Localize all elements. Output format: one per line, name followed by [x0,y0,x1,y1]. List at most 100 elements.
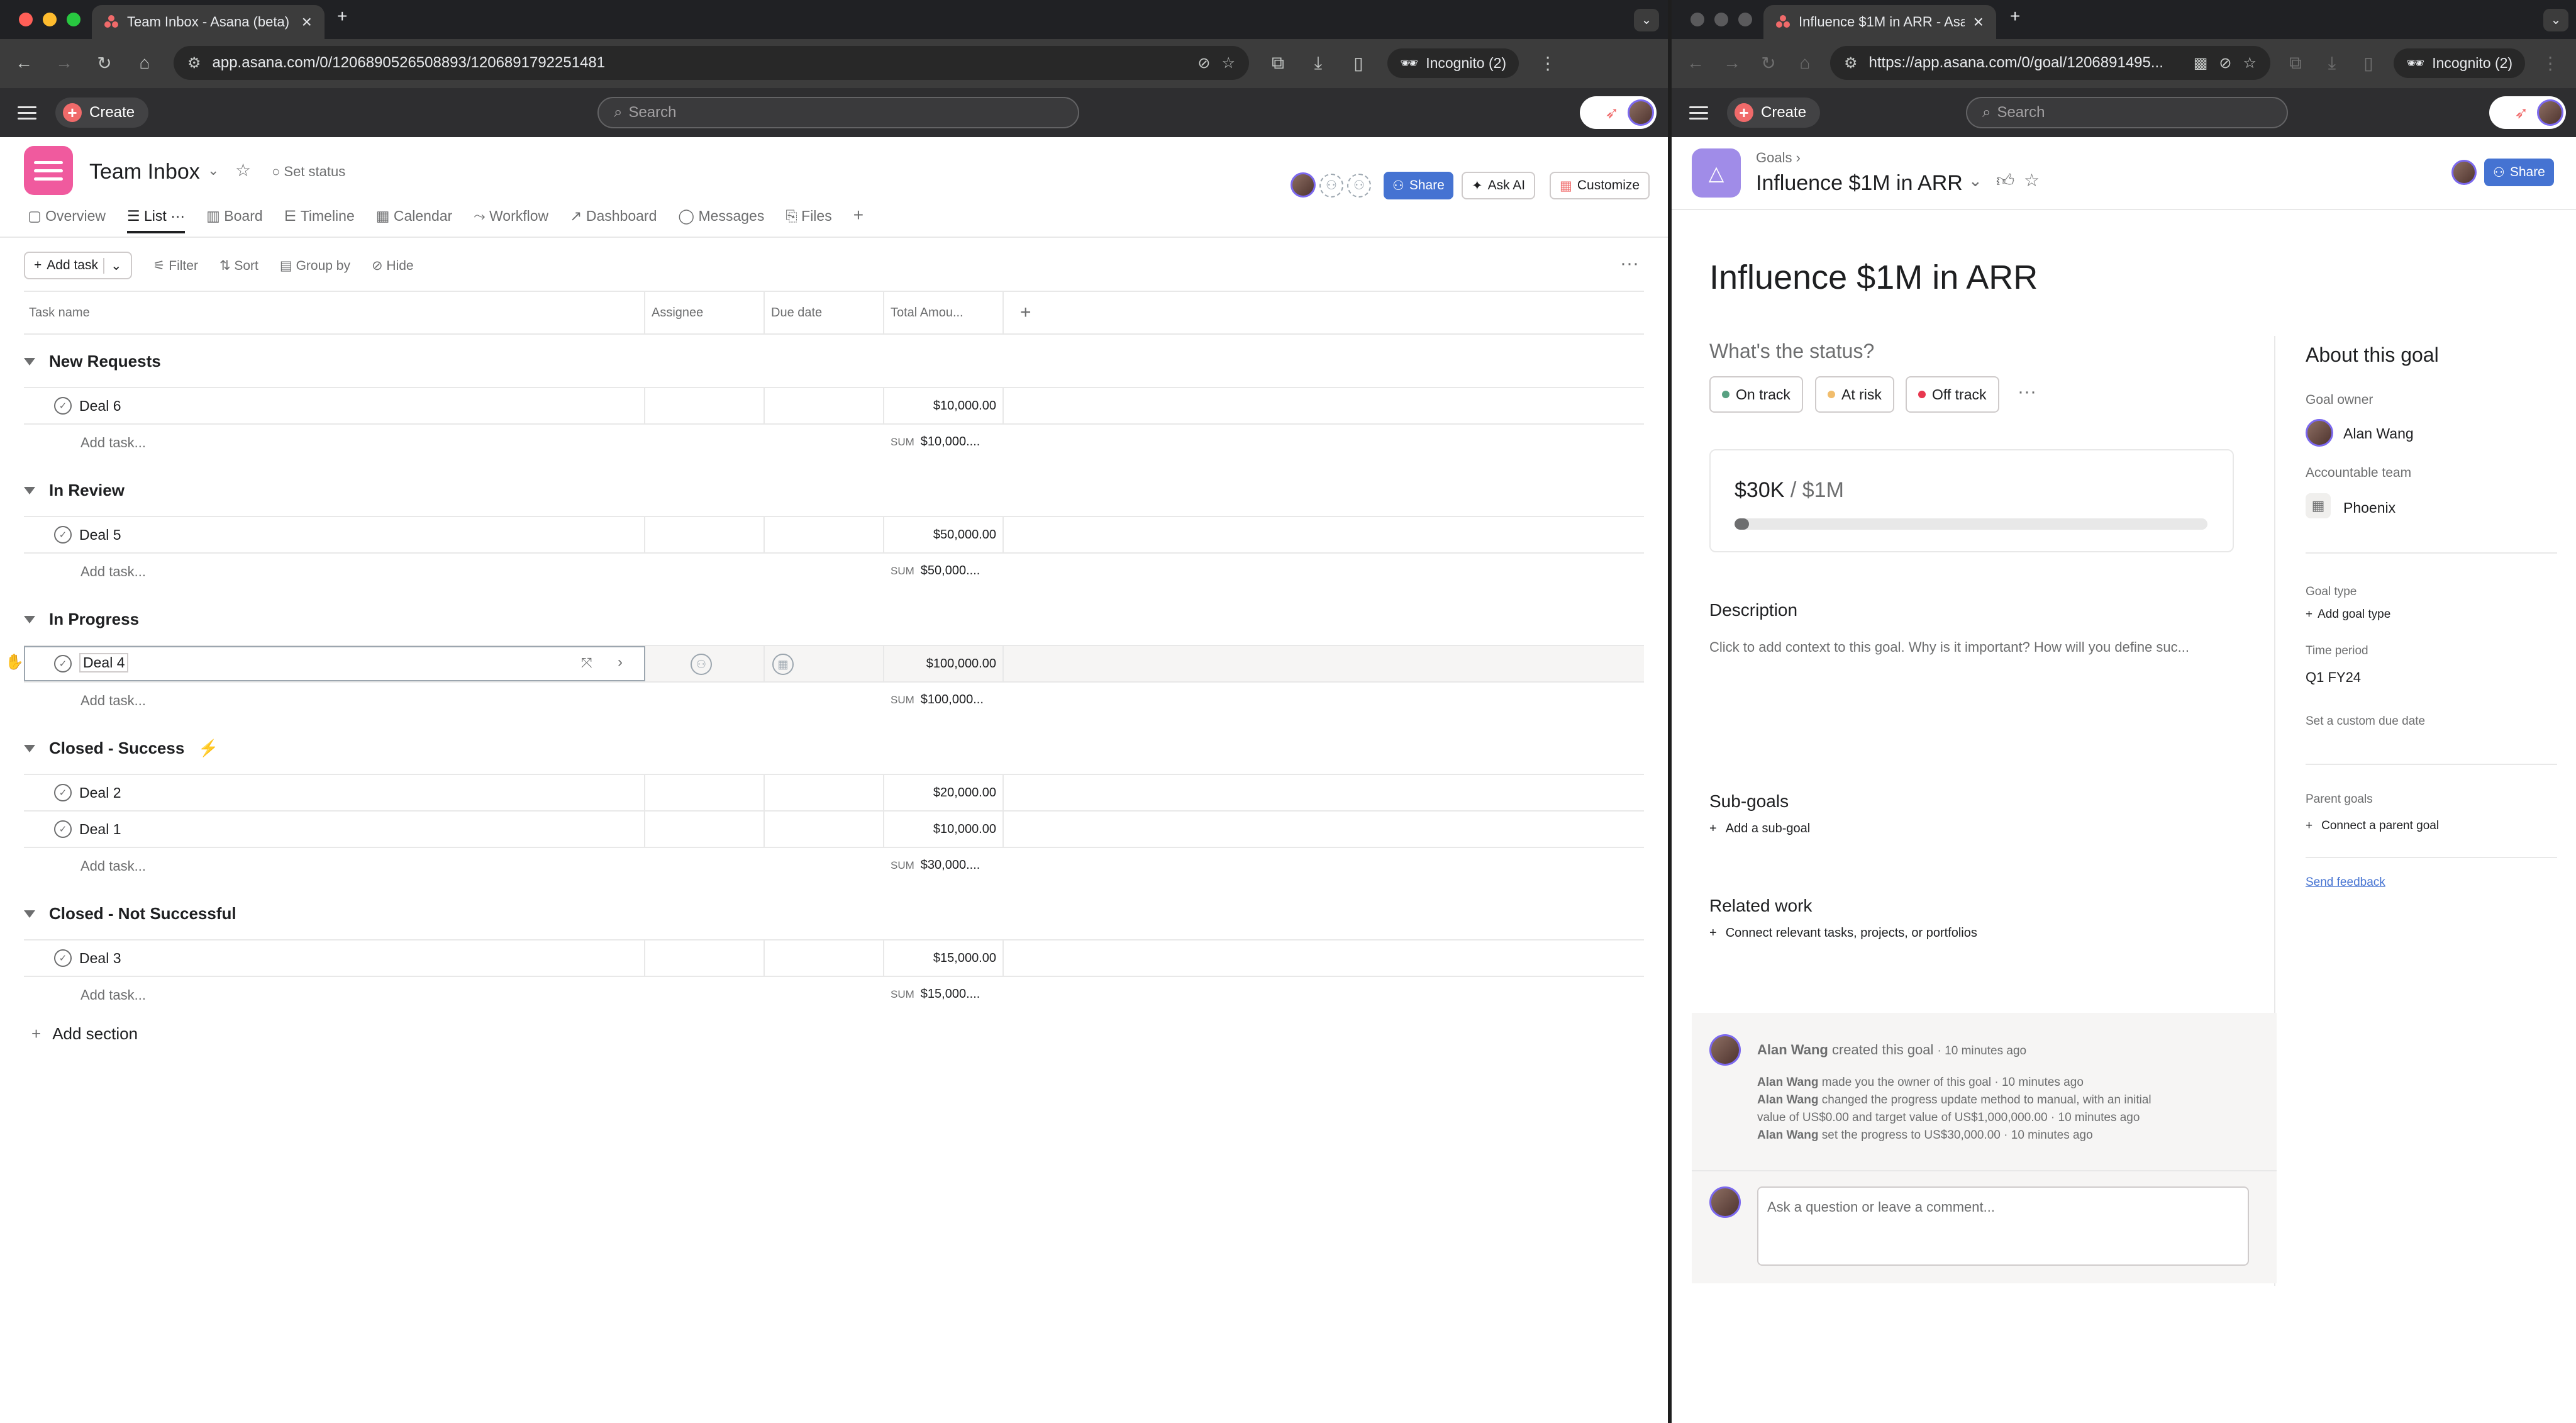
reload-icon[interactable]: ↻ [1757,53,1780,74]
eye-off-icon[interactable]: ⊘ [2219,54,2231,72]
task-row[interactable]: $20,000.00 ✓ Deal 2 [24,774,1644,810]
task-row[interactable]: $50,000.00 ✓ Deal 5 [24,516,1644,552]
section-header-in-review[interactable]: In Review [24,481,125,500]
task-name[interactable]: Deal 1 [79,821,121,838]
tab-search-icon[interactable]: ⌄ [1634,9,1659,31]
minimize-window-button[interactable] [43,13,57,26]
description-input[interactable]: Click to add context to this goal. Why i… [1709,639,2189,656]
list-project-icon[interactable] [24,146,73,195]
extensions-icon[interactable]: ⧉ [2284,53,2307,74]
close-window-button[interactable] [1690,13,1704,26]
tab-search-icon[interactable]: ⌄ [2543,9,2568,31]
hide-button[interactable]: ⊘ Hide [372,258,414,274]
share-button[interactable]: ⚇ Share [1384,172,1453,199]
new-tab-icon[interactable]: + [2010,8,2020,25]
tab-timeline[interactable]: ⋿ Timeline [284,208,355,233]
chevron-down-icon[interactable]: ⌄ [103,257,122,274]
task-name[interactable]: Deal 2 [79,784,121,801]
collapse-caret-icon[interactable] [24,357,35,366]
maximize-window-button[interactable] [67,13,80,26]
status-off-track-button[interactable]: Off track [1906,376,1999,413]
amount-cell[interactable]: $10,000.00 [884,812,1004,847]
customize-button[interactable]: ▦ Customize [1550,172,1650,199]
open-details-chevron-icon[interactable]: › [618,654,623,671]
bookmark-star-icon[interactable]: ☆ [2243,54,2257,72]
due-date-cell[interactable] [765,388,884,423]
accountable-team-value[interactable]: Phoenix [2343,499,2396,516]
group-by-button[interactable]: ▤ Group by [280,258,350,274]
calendar-icon[interactable]: ▦ [772,654,794,675]
amount-cell[interactable]: $100,000.00 [884,646,1004,681]
tab-calendar[interactable]: ▦ Calendar [376,208,452,233]
complete-check-icon[interactable]: ✓ [54,949,72,967]
complete-check-icon[interactable]: ✓ [54,526,72,544]
amount-cell[interactable]: $10,000.00 [884,388,1004,423]
time-period-value[interactable]: Q1 FY24 [2306,669,2361,686]
due-date-cell[interactable] [765,517,884,552]
create-button[interactable]: + Create [1727,98,1821,128]
column-header-due-date[interactable]: Due date [765,291,884,335]
section-header-new-requests[interactable]: New Requests [24,352,161,371]
tab-board[interactable]: ▥ Board [206,208,263,233]
collapse-caret-icon[interactable] [24,910,35,918]
amount-cell[interactable]: $15,000.00 [884,940,1004,976]
section-header-in-progress[interactable]: In Progress [24,610,139,629]
forward-icon[interactable]: → [53,53,75,73]
task-row[interactable]: $15,000.00 ✓ Deal 3 [24,939,1644,976]
tab-messages[interactable]: ◯ Messages [678,208,764,233]
due-date-cell[interactable]: ▦ [765,646,884,681]
account-menu[interactable]: ➶ [1580,96,1657,129]
add-goal-type-button[interactable]: + Add goal type [2306,608,2390,622]
maximize-window-button[interactable] [1738,13,1752,26]
tab-files[interactable]: ⎘ Files [786,208,831,233]
owner-avatar[interactable] [2306,419,2333,447]
goal-heading[interactable]: Influence $1M in ARR [1709,258,2038,297]
complete-check-icon[interactable]: ✓ [54,820,72,838]
tab-dashboard[interactable]: ↗ Dashboard [570,208,657,233]
column-header-total-amount[interactable]: Total Amou... [884,291,1004,335]
column-header-assignee[interactable]: Assignee [645,291,765,335]
status-on-track-button[interactable]: On track [1709,376,1803,413]
address-bar[interactable]: ⚙ https://app.asana.com/0/goal/120689149… [1830,46,2270,80]
filter-button[interactable]: ⚟ Filter [153,258,198,274]
add-task-row[interactable]: Add task... SUM $15,000.... [24,976,1644,1012]
comment-input[interactable]: Ask a question or leave a comment... [1757,1186,2249,1266]
tab-list[interactable]: ☰ List ··· [126,208,186,233]
connect-related-button[interactable]: + Connect relevant tasks, projects, or po… [1709,926,1977,940]
breadcrumb[interactable]: Goals › [1756,150,1801,166]
member-avatar[interactable] [2451,160,2477,185]
ask-ai-button[interactable]: ✦ Ask AI [1462,172,1536,199]
chevron-down-icon[interactable]: ⌄ [1968,171,1982,191]
home-icon[interactable]: ⌂ [1794,53,1816,73]
sidepanel-icon[interactable]: ▯ [2357,53,2380,74]
collapse-caret-icon[interactable] [24,615,35,623]
download-icon[interactable]: ⤓ [2321,53,2343,74]
project-title[interactable]: Team Inbox [89,160,200,184]
share-button[interactable]: ⚇ Share [2484,159,2554,186]
due-date-cell[interactable] [765,940,884,976]
back-icon[interactable]: ← [13,53,35,73]
connect-parent-goal-button[interactable]: + Connect a parent goal [2306,819,2439,833]
back-icon[interactable]: ← [1684,53,1707,73]
custom-due-date-link[interactable]: Set a custom due date [2306,715,2425,728]
add-task-button[interactable]: + Add task ⌄ [24,252,132,279]
member-avatar[interactable] [1291,172,1316,198]
send-feedback-link[interactable]: Send feedback [2306,876,2385,890]
assignee-cell[interactable] [645,812,765,847]
assignee-cell[interactable] [645,517,765,552]
tab-overview[interactable]: ▢ Overview [28,208,106,233]
browser-menu-icon[interactable]: ⋮ [1536,53,1559,74]
minimize-window-button[interactable] [1714,13,1728,26]
user-avatar[interactable] [1628,99,1654,126]
collapse-caret-icon[interactable] [24,486,35,494]
task-row-hovered[interactable]: ⚇ ▦ $100,000.00 ✓ Deal 4 ⤧ › [24,645,1644,681]
assignee-cell[interactable] [645,940,765,976]
download-icon[interactable]: ⤓ [1307,53,1330,74]
amount-cell[interactable]: $50,000.00 [884,517,1004,552]
browser-tab-goal[interactable]: Influence $1M in ARR - Asa × [1763,5,1996,39]
add-member-icon[interactable]: ⚇ [1319,174,1343,198]
site-info-icon[interactable]: ⚙ [187,54,201,72]
goal-icon[interactable]: △ [1692,148,1741,198]
collapse-caret-icon[interactable] [24,744,35,752]
add-member-icon[interactable]: ⚇ [1347,174,1371,198]
